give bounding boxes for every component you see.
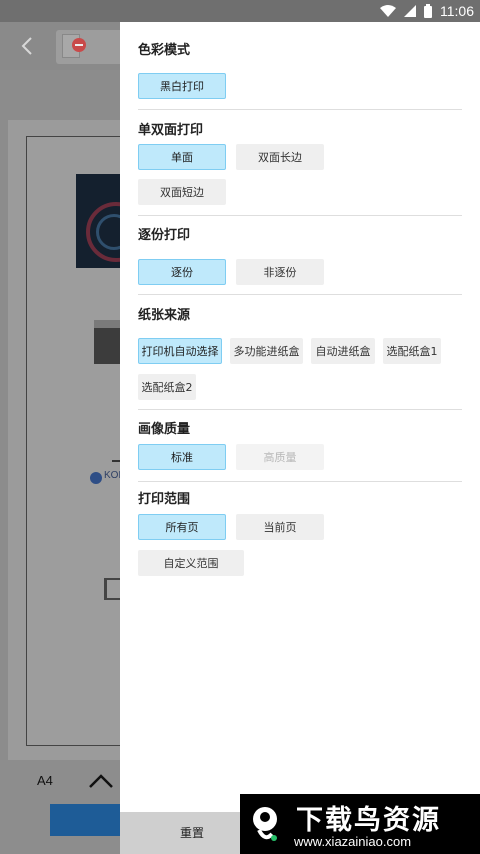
chevron-up-icon[interactable] bbox=[88, 772, 114, 790]
collate-title: 逐份打印 bbox=[138, 228, 191, 243]
option-standard-quality[interactable]: 标准 bbox=[138, 444, 226, 470]
watermark-url: www.xiazainiao.com bbox=[294, 834, 412, 849]
print-settings-drawer: 色彩模式 黑白打印 单双面打印 单面 双面长边 双面短边 逐份打印 逐份 非逐份… bbox=[120, 22, 480, 854]
status-time: 11:06 bbox=[440, 3, 474, 19]
option-optional-tray-2[interactable]: 选配纸盒2 bbox=[138, 374, 196, 400]
status-bar: 11:06 bbox=[0, 0, 480, 22]
preview-dash bbox=[112, 460, 120, 462]
divider bbox=[138, 481, 462, 482]
preview-image-printer bbox=[94, 320, 120, 364]
option-multipurpose-tray[interactable]: 多功能进纸盒 bbox=[230, 338, 303, 364]
duplex-title: 单双面打印 bbox=[138, 123, 204, 138]
option-auto-feed-tray[interactable]: 自动进纸盒 bbox=[311, 338, 375, 364]
status-icons: 11:06 bbox=[380, 2, 474, 20]
option-printer-auto-select[interactable]: 打印机自动选择 bbox=[138, 338, 222, 364]
divider bbox=[138, 109, 462, 110]
battery-icon bbox=[424, 4, 432, 18]
watermark: 下载鸟资源 www.xiazainiao.com bbox=[240, 794, 480, 854]
wifi-icon bbox=[380, 5, 396, 17]
divider bbox=[138, 294, 462, 295]
bird-logo-icon bbox=[250, 804, 280, 844]
signal-icon bbox=[404, 5, 416, 17]
reset-button[interactable]: 重置 bbox=[180, 824, 204, 841]
option-custom-range[interactable]: 自定义范围 bbox=[138, 550, 244, 576]
print-button[interactable] bbox=[50, 804, 120, 836]
brand-logo-icon bbox=[90, 472, 102, 484]
option-high-quality: 高质量 bbox=[236, 444, 324, 470]
divider bbox=[138, 215, 462, 216]
option-black-white[interactable]: 黑白打印 bbox=[138, 73, 226, 99]
option-current-page[interactable]: 当前页 bbox=[236, 514, 324, 540]
option-collate[interactable]: 逐份 bbox=[138, 259, 226, 285]
back-arrow-icon[interactable] bbox=[16, 34, 40, 58]
color-mode-title: 色彩模式 bbox=[138, 43, 191, 58]
quality-title: 画像质量 bbox=[138, 422, 191, 437]
watermark-title: 下载鸟资源 bbox=[296, 805, 441, 836]
paper-size-label[interactable]: A4 bbox=[37, 773, 53, 788]
divider bbox=[138, 409, 462, 410]
preview-glyph bbox=[104, 578, 120, 600]
preview-image-graphic bbox=[76, 174, 120, 268]
remove-badge-icon bbox=[72, 38, 86, 52]
option-no-collate[interactable]: 非逐份 bbox=[236, 259, 324, 285]
print-range-title: 打印范围 bbox=[138, 492, 191, 507]
option-all-pages[interactable]: 所有页 bbox=[138, 514, 226, 540]
option-single-sided[interactable]: 单面 bbox=[138, 144, 226, 170]
option-optional-tray-1[interactable]: 选配纸盒1 bbox=[383, 338, 441, 364]
paper-source-title: 纸张来源 bbox=[138, 308, 191, 323]
option-duplex-short-edge[interactable]: 双面短边 bbox=[138, 179, 226, 205]
option-duplex-long-edge[interactable]: 双面长边 bbox=[236, 144, 324, 170]
